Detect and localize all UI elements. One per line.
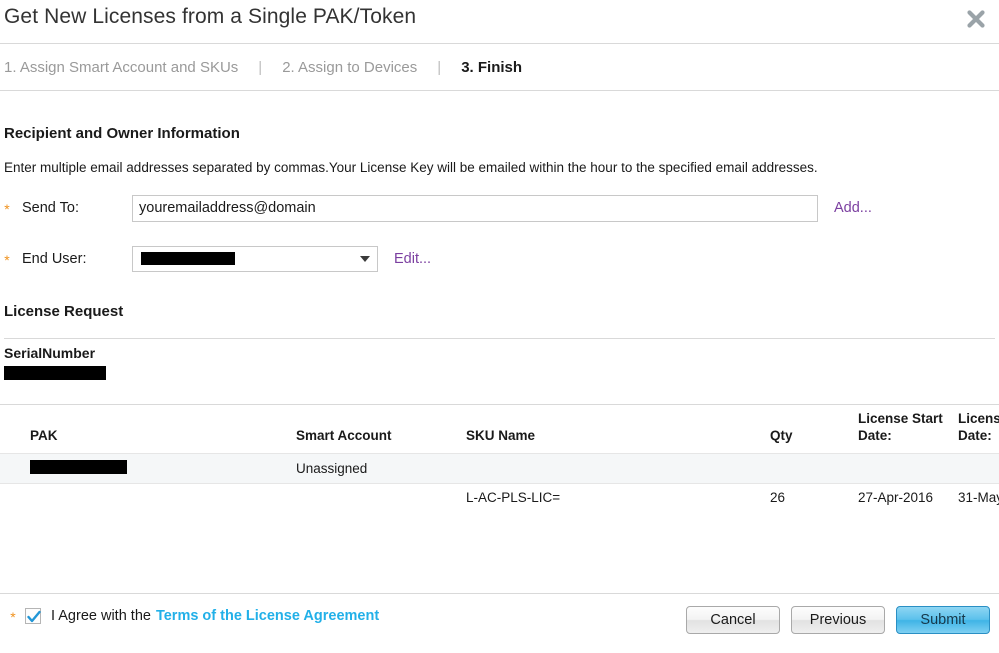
serial-number-label: SerialNumber: [4, 345, 995, 361]
required-marker: *: [6, 608, 20, 624]
add-recipient-link[interactable]: Add...: [834, 200, 872, 216]
recipient-description: Enter multiple email addresses separated…: [4, 160, 995, 175]
column-header-smart-account: Smart Account: [292, 405, 462, 454]
end-user-select[interactable]: [132, 246, 378, 272]
wizard-step-3[interactable]: 3. Finish: [461, 59, 522, 76]
page-title: Get New Licenses from a Single PAK/Token: [4, 5, 416, 29]
cell-sku-name: [462, 453, 766, 483]
table-header: PAK Smart Account SKU Name Qty License S…: [0, 405, 999, 454]
chevron-down-icon[interactable]: [360, 256, 370, 262]
required-marker: *: [0, 251, 14, 267]
step-separator: |: [437, 59, 441, 76]
license-request-title: License Request: [4, 303, 995, 320]
wizard-step-1[interactable]: 1. Assign Smart Account and SKUs: [4, 59, 238, 76]
cell-sku-name: L-AC-PLS-LIC=: [462, 483, 766, 511]
divider: [4, 338, 995, 339]
column-header-license-end-date: License End Date:: [954, 405, 999, 454]
cancel-button[interactable]: Cancel: [686, 606, 780, 634]
pak-value-redacted: [30, 460, 127, 474]
cell-license-end-date: [954, 453, 999, 483]
license-request-section: License Request SerialNumber: [4, 303, 995, 385]
end-user-value-redacted: [141, 252, 235, 265]
cell-license-start-date: [854, 453, 954, 483]
serial-number-value-redacted: [4, 366, 106, 380]
previous-button[interactable]: Previous: [791, 606, 885, 634]
wizard-steps: 1. Assign Smart Account and SKUs | 2. As…: [0, 44, 999, 91]
table-row: L-AC-PLS-LIC= 26 27-Apr-2016 31-May-2017: [0, 483, 999, 511]
cell-license-end-date: 31-May-2017: [954, 483, 999, 511]
close-icon[interactable]: [961, 4, 991, 34]
send-to-input[interactable]: [132, 195, 818, 222]
dialog-header: Get New Licenses from a Single PAK/Token: [0, 0, 999, 44]
cell-smart-account: [292, 483, 462, 511]
column-header-sku-name: SKU Name: [462, 405, 766, 454]
agree-label: I Agree with the: [51, 608, 151, 624]
end-user-label: End User:: [22, 251, 132, 267]
agree-checkbox[interactable]: [25, 608, 41, 624]
cell-qty: [766, 453, 854, 483]
edit-end-user-link[interactable]: Edit...: [394, 251, 431, 267]
submit-button[interactable]: Submit: [896, 606, 990, 634]
column-header-qty: Qty: [766, 405, 854, 454]
license-request-table: PAK Smart Account SKU Name Qty License S…: [0, 404, 999, 511]
table-row: Unassigned: [0, 453, 999, 483]
cell-pak: [0, 453, 292, 483]
table-body: Unassigned L-AC-PLS-LIC= 26 27-Apr-2016 …: [0, 453, 999, 511]
step-separator: |: [258, 59, 262, 76]
required-marker: *: [0, 200, 14, 216]
cell-license-start-date: 27-Apr-2016: [854, 483, 954, 511]
footer-buttons: Cancel Previous Submit: [686, 606, 990, 634]
cell-qty: 26: [766, 483, 854, 511]
agreement-group: * I Agree with the Terms of the License …: [6, 608, 379, 624]
column-header-pak: PAK: [0, 405, 292, 454]
send-to-row: * Send To: Add...: [0, 194, 999, 222]
table-header-row: PAK Smart Account SKU Name Qty License S…: [0, 405, 999, 454]
wizard-step-2[interactable]: 2. Assign to Devices: [282, 59, 417, 76]
cell-smart-account: Unassigned: [292, 453, 462, 483]
send-to-label: Send To:: [22, 200, 132, 216]
column-header-license-start-date: License Start Date:: [854, 405, 954, 454]
cell-pak: [0, 483, 292, 511]
recipient-section: Recipient and Owner Information Enter mu…: [4, 125, 995, 175]
recipient-section-title: Recipient and Owner Information: [4, 125, 995, 142]
end-user-row: * End User: Edit...: [0, 245, 999, 273]
dialog-footer: * I Agree with the Terms of the License …: [0, 593, 999, 653]
terms-of-license-agreement-link[interactable]: Terms of the License Agreement: [156, 608, 379, 624]
